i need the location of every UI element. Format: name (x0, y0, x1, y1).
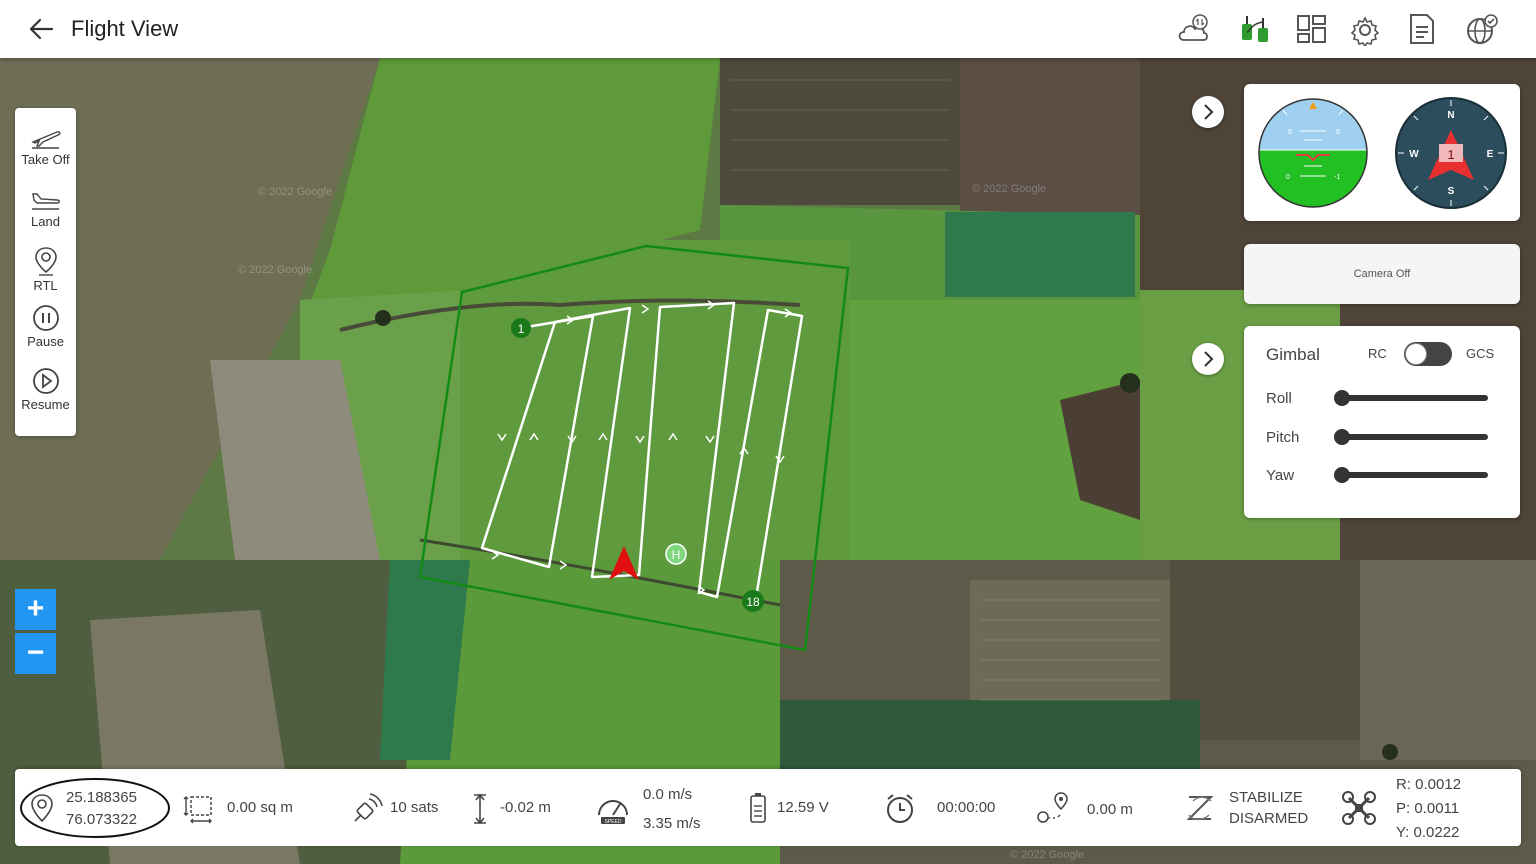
roll-label: Roll (1266, 390, 1292, 407)
svg-text:SPEED: SPEED (605, 819, 622, 825)
svg-text:1: 1 (1447, 147, 1454, 162)
roll-slider[interactable] (1334, 390, 1488, 406)
document-icon[interactable] (1404, 12, 1440, 46)
attitude-indicator: 0 0 0 -1 (1258, 98, 1368, 208)
speedometer-icon: SPEED (598, 800, 628, 825)
svg-text:© 2022 Google: © 2022 Google (972, 183, 1046, 195)
flight-mode-value: STABILIZE (1229, 789, 1303, 806)
rtl-button[interactable]: RTL (15, 246, 76, 293)
home-marker: H (665, 543, 687, 565)
waypoint-18: 18 (742, 590, 764, 612)
svg-text:18: 18 (746, 595, 760, 609)
pitch-value: P: 0.0011 (1396, 800, 1460, 817)
distance-value: 0.00 m (1087, 801, 1133, 818)
svg-text:© 2022 Google: © 2022 Google (238, 264, 312, 276)
land-button[interactable]: Land (15, 188, 76, 229)
instruments-panel: 0 0 0 -1 N S E W 1 (1244, 84, 1520, 221)
gimbal-mode-toggle[interactable] (1404, 342, 1452, 366)
expand-gimbal-button[interactable] (1192, 343, 1224, 375)
svg-text:E: E (1487, 149, 1494, 160)
rtl-label: RTL (33, 278, 58, 293)
altitude-icon (474, 793, 486, 825)
pitch-slider-thumb[interactable] (1334, 429, 1350, 445)
location-pin-icon (34, 247, 57, 276)
waypoint-1: 1 (511, 318, 531, 338)
pause-icon (32, 305, 59, 331)
roll-slider-thumb[interactable] (1334, 390, 1350, 406)
satellite-count: 10 sats (390, 799, 439, 816)
svg-text:1: 1 (518, 322, 525, 336)
svg-text:0: 0 (1288, 129, 1292, 136)
resume-label: Resume (21, 397, 70, 412)
layout-icon[interactable] (1294, 12, 1330, 46)
expand-instruments-button[interactable] (1192, 96, 1224, 128)
globe-check-icon[interactable] (1464, 12, 1500, 46)
latitude-value: 25.188365 (66, 789, 137, 806)
svg-text:0: 0 (1336, 129, 1340, 136)
rc-controller-icon[interactable] (1238, 12, 1274, 46)
back-arrow-icon[interactable] (26, 14, 56, 44)
toggle-knob (1405, 343, 1427, 365)
roll-value: R: 0.0012 (1396, 776, 1462, 793)
gimbal-mode-gcs-label: GCS (1466, 346, 1495, 361)
yaw-value: Y: 0.0222 (1396, 824, 1460, 841)
gimbal-mode-rc-label: RC (1368, 346, 1387, 361)
pause-button[interactable]: Pause (15, 304, 76, 349)
chevron-right-icon (1204, 104, 1214, 120)
svg-text:-1: -1 (1334, 174, 1340, 181)
zoom-out-button[interactable]: − (15, 633, 56, 674)
compass: N S E W 1 (1395, 97, 1507, 209)
svg-text:© 2022 Google: © 2022 Google (1010, 849, 1084, 861)
svg-text:S: S (1448, 186, 1455, 197)
svg-text:0: 0 (1286, 174, 1290, 181)
location-pin-icon (31, 794, 53, 823)
timer-icon (887, 794, 913, 823)
area-icon (183, 796, 212, 824)
land-label: Land (31, 214, 60, 229)
page-title: Flight View (71, 16, 179, 41)
longitude-value: 76.073322 (66, 811, 137, 828)
battery-voltage: 12.59 V (777, 799, 829, 816)
camera-status: Camera Off (1353, 268, 1411, 280)
pause-label: Pause (27, 334, 64, 349)
altitude-value: -0.02 m (500, 799, 551, 816)
svg-text:© 2022 Google: © 2022 Google (258, 186, 332, 198)
pitch-slider[interactable] (1334, 429, 1488, 445)
ground-speed-value: 3.35 m/s (643, 815, 701, 832)
resume-button[interactable]: Resume (15, 367, 76, 412)
flight-timer: 00:00:00 (937, 799, 996, 816)
takeoff-icon (30, 131, 60, 149)
yaw-slider[interactable] (1334, 467, 1488, 483)
gimbal-title: Gimbal (1266, 345, 1320, 364)
yaw-label: Yaw (1266, 467, 1295, 484)
land-icon (31, 193, 60, 210)
weather-icon[interactable] (1176, 12, 1212, 46)
arm-state-value: DISARMED (1229, 810, 1309, 827)
settings-icon[interactable] (1348, 12, 1384, 46)
vertical-speed-value: 0.0 m/s (643, 786, 693, 803)
battery-icon (750, 793, 766, 823)
telemetry-status-bar: 25.188365 76.073322 0.00 sq m 10 sats -0… (15, 769, 1521, 846)
camera-feed-panel[interactable]: Camera Off (1244, 244, 1520, 304)
chevron-right-icon (1204, 351, 1214, 367)
distance-icon (1037, 792, 1068, 823)
flight-command-toolbar: Take Off Land RTL Pause Resume (15, 108, 76, 436)
takeoff-button[interactable]: Take Off (15, 126, 76, 167)
takeoff-label: Take Off (21, 152, 70, 167)
app-header: Flight View (0, 0, 1536, 58)
svg-text:W: W (1409, 149, 1419, 160)
quadcopter-icon (1342, 791, 1376, 825)
resume-icon (32, 368, 59, 394)
zoom-in-button[interactable]: + (15, 589, 56, 630)
svg-text:N: N (1447, 110, 1454, 121)
pitch-label: Pitch (1266, 429, 1300, 446)
instruments-canvas: 0 0 0 -1 N S E W 1 (1258, 97, 1507, 209)
satellite-icon (354, 793, 383, 822)
flight-mode-icon (1186, 796, 1214, 821)
yaw-slider-thumb[interactable] (1334, 467, 1350, 483)
svg-text:H: H (672, 548, 681, 562)
area-value: 0.00 sq m (227, 799, 293, 816)
